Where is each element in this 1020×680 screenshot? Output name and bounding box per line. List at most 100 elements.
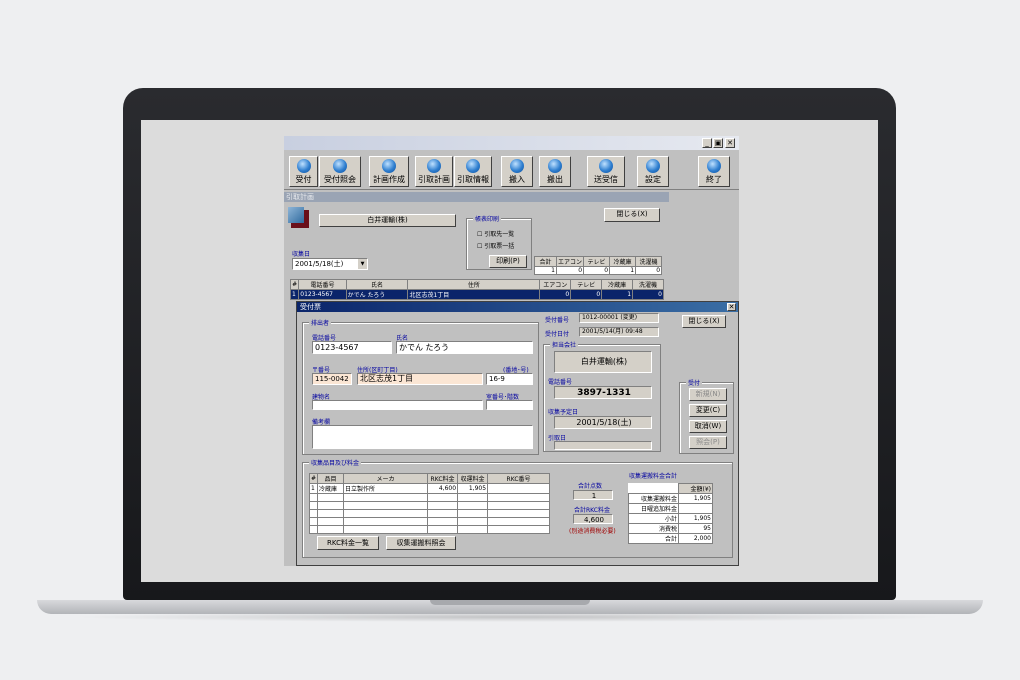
list-cell: 0123-4567 [298, 289, 347, 300]
toolbar-carry-out-button[interactable]: 搬出 [539, 156, 571, 187]
list-cell: 北区志茂1丁目 [407, 289, 541, 300]
receipt-date-label: 受付日付 [545, 331, 570, 338]
fee-label: 消費税 [628, 523, 679, 534]
pickup-plan-title: 引取計画 [284, 192, 669, 202]
change-button[interactable]: 変更(C) [689, 404, 727, 417]
items-header: # [308, 473, 319, 484]
app-titlebar: _ ▣ ✕ [284, 136, 739, 150]
items-cell: 1 [308, 483, 319, 494]
toolbar-pickup-info-button[interactable]: 引取情報 [454, 156, 492, 187]
print-option-1-label: 引取先一覧 [484, 231, 515, 238]
totals-cell: 0 [583, 266, 611, 275]
agent-group: 担当会社 白井運輸(株) 電話番号 3897-1331 収集予定日 2001/5… [543, 340, 661, 452]
toolbar-label: 引取計画 [418, 175, 450, 184]
table-row-empty[interactable] [308, 501, 551, 510]
toolbar-inquiry-button[interactable]: 受付照会 [319, 156, 361, 187]
toolbar-reception-button[interactable]: 受付 [289, 156, 318, 187]
inquiry-button[interactable]: 照会(P) [689, 436, 727, 449]
table-row-empty[interactable] [308, 517, 551, 526]
toolbar-label: 搬入 [509, 175, 525, 184]
print-option-1[interactable]: ☐ 引取先一覧 [477, 229, 514, 238]
cancel-button[interactable]: 取消(W) [689, 420, 727, 433]
remarks-field[interactable] [312, 425, 533, 449]
building-field[interactable] [312, 400, 483, 410]
address-field[interactable]: 北区志茂1丁目 [357, 373, 483, 385]
fee-reference-button[interactable]: 収集運搬料照会 [386, 536, 456, 550]
totals-header: 洗濯機 [635, 256, 663, 267]
globe-icon [333, 159, 347, 173]
items-cell: 日立製作所 [343, 483, 429, 494]
minimize-button[interactable]: _ [702, 138, 712, 148]
collect-date-value: 2001/5/18(土) [295, 260, 344, 268]
table-row-empty[interactable] [308, 509, 551, 518]
number-field[interactable]: 16-9 [486, 373, 533, 385]
items-cell [487, 483, 551, 494]
plan-close-button[interactable]: 閉じる(X) [604, 208, 660, 222]
totals-header-row: 合計 エアコン テレビ 冷蔵庫 洗濯機 [534, 256, 663, 267]
table-row[interactable]: 1 0123-4567 かでん たろう 北区志茂1丁目 0 0 1 0 [289, 289, 664, 300]
totals-header: 合計 [534, 256, 557, 267]
print-group: 帳表印刷 ☐ 引取先一覧 ☐ 引取票一括 印刷(P) [466, 214, 532, 270]
toolbar-plan-create-button[interactable]: 計画作成 [369, 156, 409, 187]
applicant-group-label: 排出者 [309, 318, 332, 327]
list-cell: 0 [632, 289, 664, 300]
reception-close-button[interactable]: 閉じる(X) [682, 315, 726, 328]
toolbar-label: 設定 [645, 175, 661, 184]
toolbar-label: 計画作成 [373, 175, 405, 184]
fee-label: 小計 [628, 513, 679, 524]
table-row-empty[interactable] [308, 525, 551, 534]
collect-date-select[interactable]: 2001/5/18(土) ▼ [292, 258, 368, 270]
laptop-notch [430, 600, 590, 605]
agent-phone-field: 3897-1331 [554, 386, 652, 399]
totals-header: エアコン [555, 256, 585, 267]
maximize-button[interactable]: ▣ [713, 138, 723, 148]
table-row[interactable]: 1 冷蔵庫 日立製作所 4,600 1,905 [308, 483, 551, 494]
name-field[interactable]: かでん たろう [396, 341, 533, 354]
actions-group-label: 受付 [686, 378, 703, 387]
table-row-empty[interactable] [308, 493, 551, 502]
new-button[interactable]: 新規(N) [689, 388, 727, 401]
items-header: 収運料金 [457, 473, 489, 484]
toolbar-carry-in-button[interactable]: 搬入 [501, 156, 533, 187]
actions-group: 受付 新規(N) 変更(C) 取消(W) 照会(P) [679, 378, 734, 454]
fee-value: 1,905 [678, 493, 713, 504]
close-icon[interactable]: ✕ [727, 303, 736, 311]
close-button[interactable]: ✕ [725, 138, 735, 148]
chevron-down-icon[interactable]: ▼ [358, 259, 367, 269]
print-group-label: 帳表印刷 [473, 214, 502, 223]
list-header: 電話番号 [298, 279, 347, 290]
toolbar-exit-button[interactable]: 終了 [698, 156, 730, 187]
zip-field[interactable]: 115-0042 [312, 373, 352, 385]
totals-table: 合計 エアコン テレビ 冷蔵庫 洗濯機 10010 [534, 256, 663, 275]
phone-field[interactable]: 0123-4567 [312, 341, 392, 354]
applicant-group: 排出者 電話番号 0123-4567 氏名 かでん たろう 〒番号 115-00… [302, 318, 539, 455]
items-cell: 4,600 [427, 483, 459, 494]
plan-list-header: # 電話番号 氏名 住所 エアコン テレビ 冷蔵庫 洗濯機 [289, 279, 664, 290]
totals-row: 10010 [534, 266, 663, 275]
receipt-no-label: 受付番号 [545, 317, 570, 324]
toolbar-send-receive-button[interactable]: 送受信 [587, 156, 625, 187]
print-option-2[interactable]: ☐ 引取票一括 [477, 241, 514, 250]
fee-header-row: 金額(¥) [628, 483, 713, 494]
toolbar-label: 搬出 [547, 175, 563, 184]
globe-icon [707, 159, 721, 173]
reception-window: 受付票 ✕ 排出者 電話番号 0123-4567 氏名 かでん たろう 〒番号 … [296, 301, 739, 566]
print-button[interactable]: 印刷(P) [489, 255, 527, 268]
toolbar-settings-button[interactable]: 設定 [637, 156, 669, 187]
plan-date-field: 2001/5/18(土) [554, 416, 652, 429]
plan-list-table: # 電話番号 氏名 住所 エアコン テレビ 冷蔵庫 洗濯機 1 0123-4567 かでん たろう… [289, 279, 664, 300]
globe-icon [427, 159, 441, 173]
company-select-button[interactable]: 白井運輸(株) [319, 214, 456, 227]
room-field[interactable] [486, 400, 533, 410]
fee-header: 金額(¥) [678, 483, 713, 494]
items-header: 品目 [317, 473, 345, 484]
toolbar-label: 受付 [295, 175, 312, 184]
receipt-no-field: 1012-00001 (変更) [579, 313, 659, 323]
rkc-fee-list-button[interactable]: RKC料金一覧 [317, 536, 379, 550]
fee-row: 小計 1,905 [628, 513, 713, 524]
fee-table: 金額(¥) 収集運搬料金 1,905 日曜追加料金 小計 1,905 消費税 95 合… [628, 483, 713, 544]
fee-row: 消費税 95 [628, 523, 713, 534]
fee-group-label: 収集運搬料金合計 [629, 473, 678, 480]
plan-date-label: 収集予定日 [548, 409, 579, 416]
toolbar-pickup-plan-button[interactable]: 引取計画 [415, 156, 453, 187]
